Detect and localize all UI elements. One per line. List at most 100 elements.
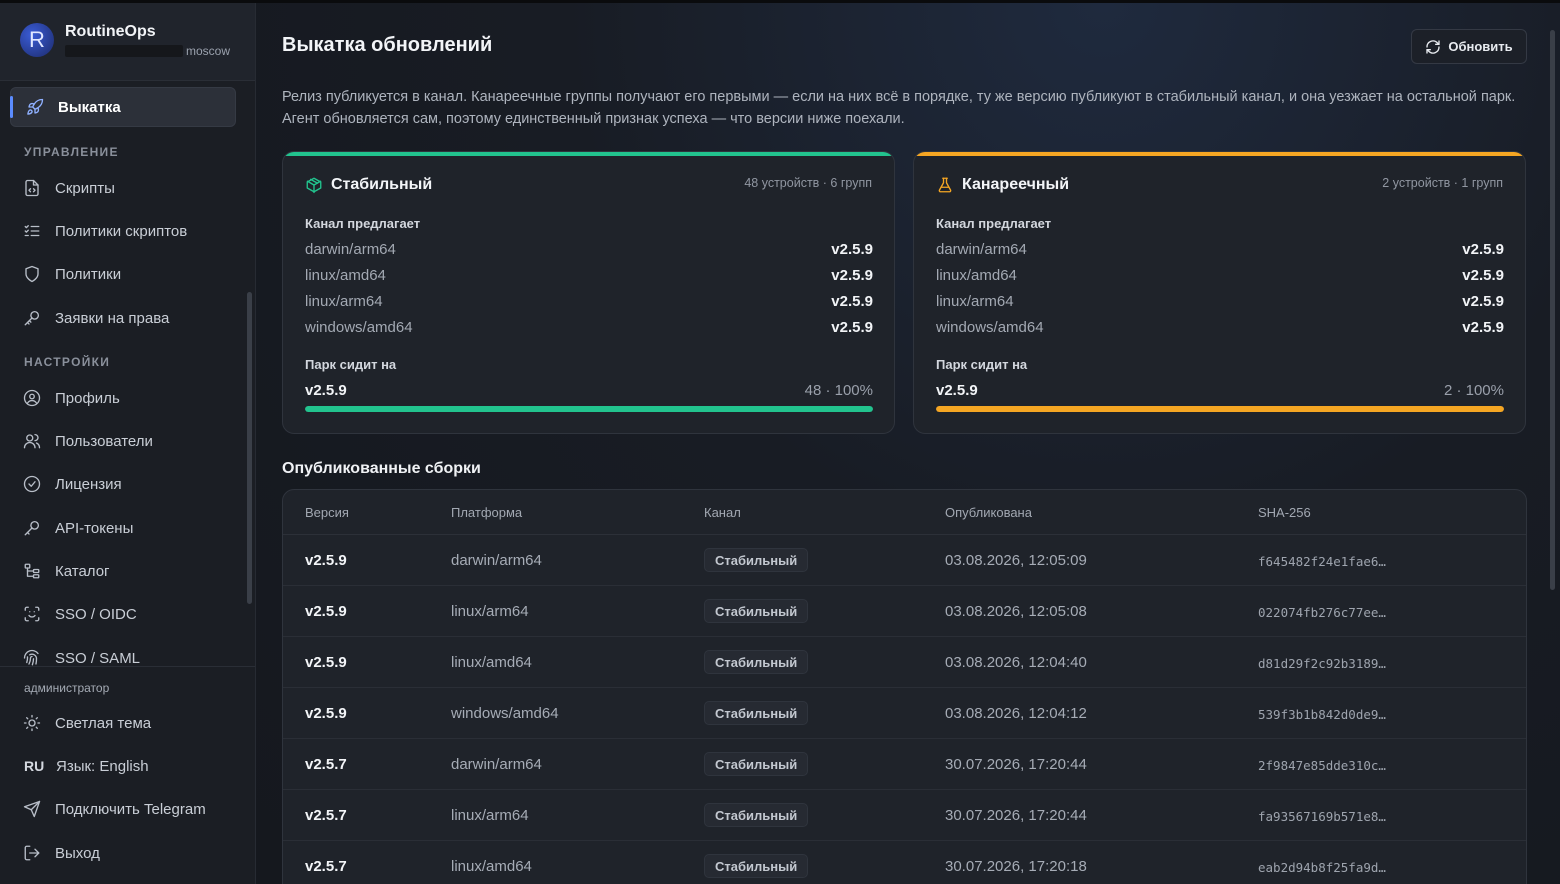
- channel-meta: 2 устройств · 1 групп: [1382, 176, 1503, 190]
- park-progress-fill: [305, 406, 873, 412]
- park-label: Парк сидит на: [936, 357, 1028, 372]
- column-header[interactable]: Опубликована: [945, 505, 1032, 520]
- sidebar-item-license[interactable]: Лицензия: [22, 470, 122, 498]
- channel-badge: Стабильный: [704, 701, 809, 725]
- channel-offers-label: Канал предлагает: [936, 216, 1052, 231]
- sidebar: R RoutineOps moscow Выкатка УПРАВЛЕНИЕ С…: [0, 0, 256, 884]
- sidebar-item-profile[interactable]: Профиль: [22, 384, 120, 412]
- park-count: 48 · 100%: [804, 382, 873, 399]
- key-icon: [22, 308, 42, 328]
- refresh-button-label: Обновить: [1448, 39, 1513, 54]
- section-title-settings: НАСТРОЙКИ: [24, 355, 111, 369]
- language-code: RU: [24, 758, 45, 774]
- table-row[interactable]: v2.5.9 linux/amd64 Стабильный 03.08.2026, 1…: [283, 637, 1526, 688]
- connect-telegram-label: Подключить Telegram: [55, 800, 206, 818]
- channel-badge: Стабильный: [704, 548, 809, 572]
- main-scrollbar[interactable]: [1550, 30, 1555, 590]
- table-row[interactable]: v2.5.7 linux/arm64 Стабильный 30.07.2026, 1…: [283, 790, 1526, 841]
- logout-button[interactable]: Выход: [22, 839, 100, 867]
- platform-row: linux/amd64 v2.5.9: [936, 267, 1504, 284]
- fingerprint-icon: [22, 648, 42, 668]
- brand-logo: R: [20, 23, 54, 57]
- brand-header[interactable]: R RoutineOps moscow: [0, 0, 255, 81]
- theme-toggle[interactable]: Светлая тема: [22, 709, 151, 737]
- builds-section-title: Опубликованные сборки: [282, 460, 481, 477]
- platform-version: v2.5.9: [831, 293, 873, 310]
- logout-icon: [22, 843, 42, 863]
- sidebar-scrollbar[interactable]: [247, 292, 252, 604]
- table-row[interactable]: v2.5.9 linux/arm64 Стабильный 03.08.2026, 1…: [283, 586, 1526, 637]
- column-header[interactable]: Канал: [704, 505, 741, 520]
- build-platform: windows/amd64: [451, 705, 559, 722]
- channel-card-stable: Стабильный 48 устройств · 6 групп Канал …: [282, 151, 895, 434]
- sidebar-item-scripts[interactable]: Скрипты: [22, 174, 115, 202]
- sidebar-item-label: Заявки на права: [55, 309, 170, 327]
- column-header[interactable]: SHA-256: [1258, 505, 1311, 520]
- channel-offers-label: Канал предлагает: [305, 216, 421, 231]
- platform-version: v2.5.9: [1462, 319, 1504, 336]
- platform-row: linux/amd64 v2.5.9: [305, 267, 873, 284]
- build-published: 03.08.2026, 12:05:08: [945, 603, 1087, 620]
- sidebar-item-users[interactable]: Пользователи: [22, 427, 153, 455]
- logout-label: Выход: [55, 844, 100, 862]
- build-sha: d81d29f2c92b3189…: [1258, 656, 1386, 671]
- build-version: v2.5.9: [305, 552, 347, 569]
- channel-color-bar: [914, 152, 1525, 156]
- sidebar-item-script-policies[interactable]: Политики скриптов: [22, 217, 187, 245]
- tree-icon: [22, 561, 42, 581]
- scan-face-icon: [22, 604, 42, 624]
- page-description: Релиз публикуется в канал. Канареечные г…: [282, 89, 1516, 127]
- theme-toggle-label: Светлая тема: [55, 714, 152, 732]
- platform-name: linux/arm64: [305, 293, 383, 310]
- channel-meta: 48 устройств · 6 групп: [744, 176, 872, 190]
- channel-card-canary: Канареечный 2 устройств · 1 групп Канал …: [913, 151, 1526, 434]
- table-row[interactable]: v2.5.7 linux/amd64 Стабильный 30.07.2026, 1…: [283, 841, 1526, 884]
- park-row: v2.5.9 2 · 100%: [936, 382, 1504, 399]
- platform-version: v2.5.9: [1462, 267, 1504, 284]
- sidebar-item-rollout[interactable]: Выкатка: [10, 87, 236, 127]
- sidebar-item-catalog[interactable]: Каталог: [22, 557, 110, 585]
- park-label: Парк сидит на: [305, 357, 397, 372]
- build-published: 03.08.2026, 12:04:40: [945, 654, 1087, 671]
- platform-name: linux/arm64: [936, 293, 1014, 310]
- sidebar-item-label: Политики скриптов: [55, 222, 188, 240]
- channel-title: Канареечный: [962, 176, 1070, 193]
- send-icon: [22, 799, 42, 819]
- sidebar-item-sso-oidc[interactable]: SSO / OIDC: [22, 600, 137, 628]
- brand-name: RoutineOps: [65, 22, 156, 40]
- table-row[interactable]: v2.5.9 windows/amd64 Стабильный 03.08.2026,…: [283, 688, 1526, 739]
- sidebar-item-api-tokens[interactable]: API-токены: [22, 514, 133, 542]
- platform-row: linux/arm64 v2.5.9: [305, 293, 873, 310]
- park-progress-bar: [936, 406, 1504, 412]
- build-platform: darwin/arm64: [451, 552, 542, 569]
- sidebar-item-policies[interactable]: Политики: [22, 260, 121, 288]
- column-header[interactable]: Версия: [305, 505, 349, 520]
- table-row[interactable]: v2.5.7 darwin/arm64 Стабильный 30.07.2026, …: [283, 739, 1526, 790]
- language-switch[interactable]: RU Язык: English: [22, 752, 149, 780]
- build-version: v2.5.9: [305, 654, 347, 671]
- sidebar-item-sso-saml[interactable]: SSO / SAML: [22, 644, 140, 672]
- platform-name: darwin/arm64: [936, 241, 1027, 258]
- sidebar-bottom-divider: [0, 666, 255, 667]
- check-circle-icon: [22, 474, 42, 494]
- script-file-icon: [22, 178, 42, 198]
- sidebar-item-access-requests[interactable]: Заявки на права: [22, 304, 169, 332]
- build-sha: 022074fb276c77ee…: [1258, 605, 1386, 620]
- connect-telegram-button[interactable]: Подключить Telegram: [22, 795, 206, 823]
- platform-name: windows/amd64: [305, 319, 413, 336]
- sidebar-item-label: Каталог: [55, 562, 110, 580]
- channel-badge: Стабильный: [704, 752, 809, 776]
- refresh-icon: [1426, 39, 1441, 54]
- build-platform: linux/amd64: [451, 654, 532, 671]
- build-version: v2.5.7: [305, 756, 347, 773]
- platform-version: v2.5.9: [1462, 293, 1504, 310]
- build-sha: 539f3b1b842d0de9…: [1258, 707, 1386, 722]
- build-platform: linux/arm64: [451, 603, 529, 620]
- build-published: 03.08.2026, 12:05:09: [945, 552, 1087, 569]
- refresh-button[interactable]: Обновить: [1411, 29, 1527, 64]
- park-count: 2 · 100%: [1443, 382, 1504, 399]
- table-row[interactable]: v2.5.9 darwin/arm64 Стабильный 03.08.2026, …: [283, 535, 1526, 586]
- column-header[interactable]: Платформа: [451, 505, 522, 520]
- platform-name: darwin/arm64: [305, 241, 396, 258]
- users-icon: [22, 431, 42, 451]
